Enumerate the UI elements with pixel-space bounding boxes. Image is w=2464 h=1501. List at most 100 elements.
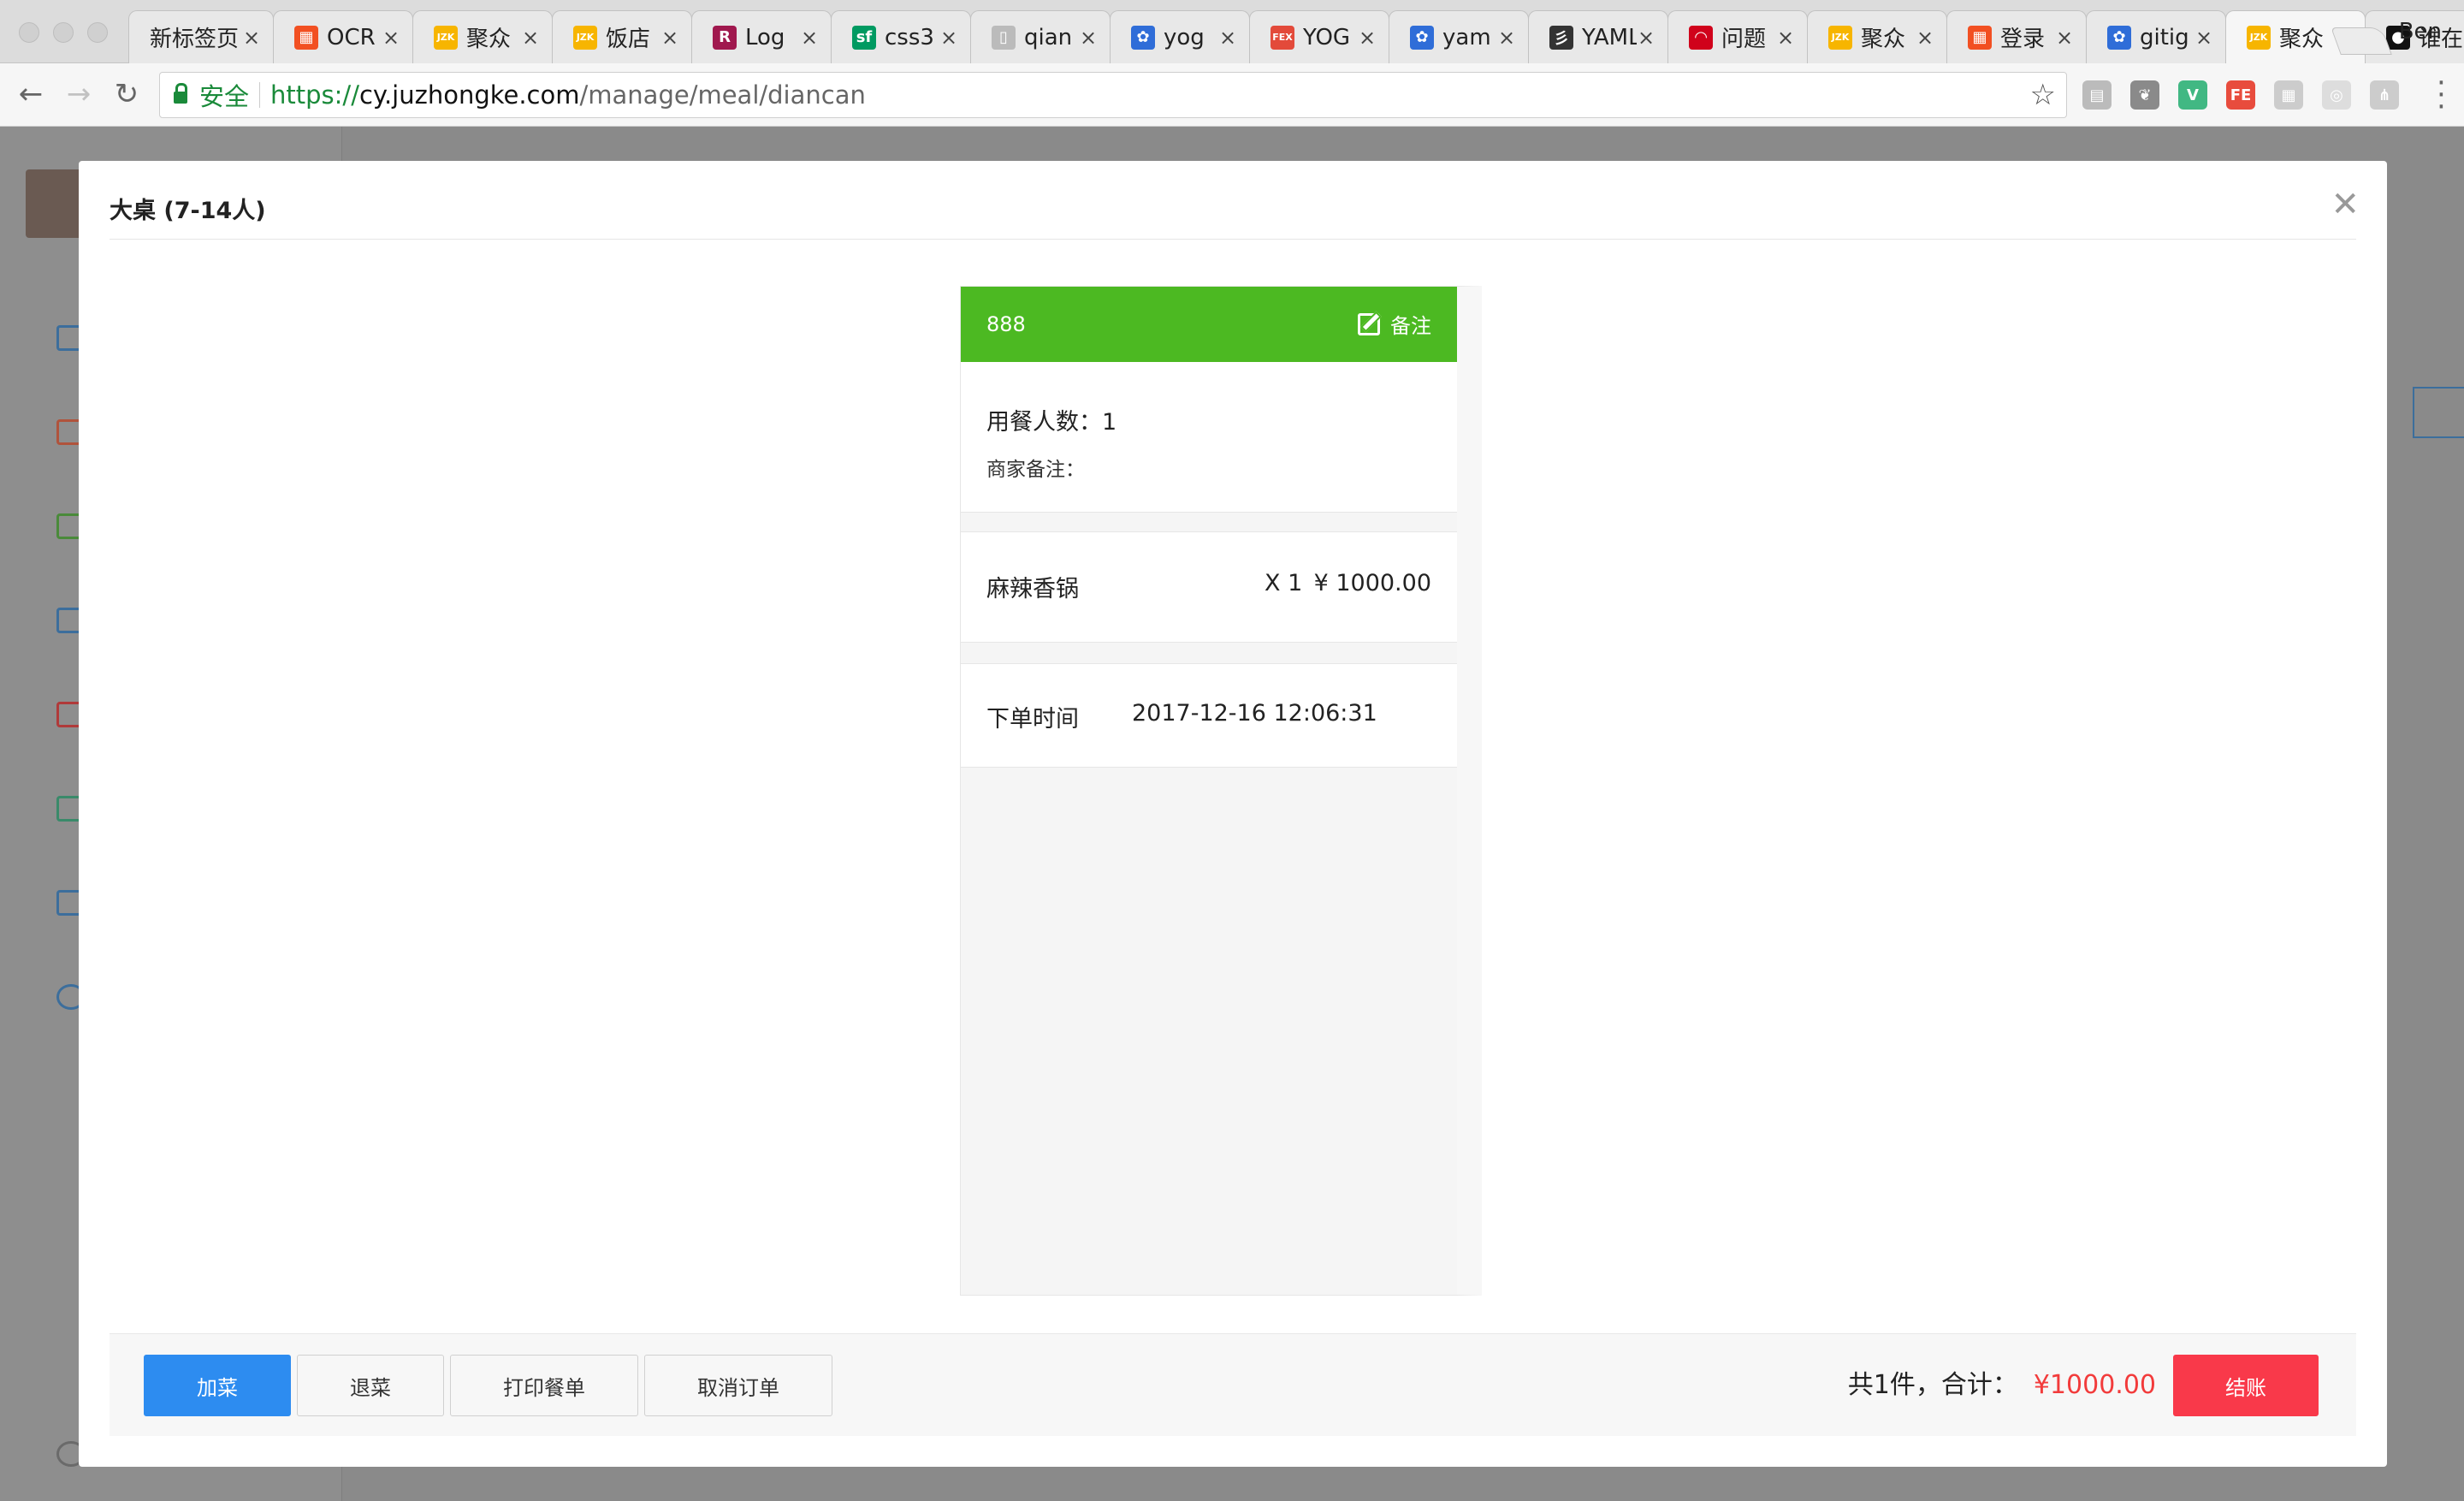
app-input-edge (2413, 387, 2464, 438)
tab-favicon-icon: ✿ (2107, 25, 2131, 50)
item-price: ¥ 1000.00 (1313, 570, 1431, 596)
tab-title: Log (745, 24, 785, 50)
browser-tab[interactable]: JZK 聚众 × (1807, 10, 1947, 63)
url-scheme: https:// (270, 80, 359, 110)
tab-close-icon[interactable]: × (1358, 26, 1377, 50)
tab-title: 登录 (2000, 27, 2046, 52)
tab-close-icon[interactable]: × (1637, 26, 1656, 50)
tab-close-icon[interactable]: × (1497, 26, 1516, 50)
tab-close-icon[interactable]: × (1916, 26, 1934, 50)
browser-tab[interactable]: ▦ OCR × (273, 10, 413, 63)
profile-name[interactable]: Ben (2399, 19, 2442, 44)
tab-close-icon[interactable]: × (242, 26, 261, 50)
remark-button[interactable]: 备注 (1358, 309, 1431, 339)
merchant-note: 商家备注： (986, 459, 1085, 481)
order-modal: 大桌 (7-14人) ✕ 888 备注 用餐人数：1 商家备注： 麻辣香锅 X … (79, 161, 2387, 1467)
tab-close-icon[interactable]: × (521, 26, 540, 50)
evernote-icon[interactable]: ❦ (2130, 80, 2159, 110)
chrome-ext-icon[interactable]: ◎ (2322, 80, 2351, 110)
order-ticket: 888 备注 用餐人数：1 商家备注： 麻辣香锅 X 1 ¥ 1000.00 下… (960, 286, 1482, 1296)
tab-title: gitig (2140, 24, 2189, 50)
print-menu-button[interactable]: 打印餐单 (450, 1355, 638, 1416)
cancel-order-button[interactable]: 取消订单 (644, 1355, 832, 1416)
tab-favicon-icon: ✿ (1410, 25, 1434, 50)
item-name: 麻辣香锅 (986, 576, 1079, 602)
browser-tab[interactable]: JZK 饭店 × (552, 10, 692, 63)
browser-tab[interactable]: sf css3 × (831, 10, 971, 63)
total-amount: ¥1000.00 (2033, 1370, 2156, 1400)
diner-info: 用餐人数：1 商家备注： (961, 362, 1457, 513)
modal-title: 大桌 (7-14人) (110, 198, 266, 224)
modal-header: 大桌 (7-14人) ✕ (110, 185, 2360, 240)
reload-icon[interactable]: ↻ (110, 77, 144, 111)
window-minimize-button[interactable] (53, 22, 74, 43)
tab-favicon-icon: FEX (1270, 25, 1294, 50)
tree-icon[interactable]: ⋔ (2370, 80, 2399, 110)
tab-title: 问题 (1721, 27, 1767, 52)
tab-favicon-icon: ◠ (1689, 25, 1713, 50)
browser-tab[interactable]: ◠ 问题 × (1667, 10, 1808, 63)
edit-icon (1358, 312, 1380, 335)
diner-count: 用餐人数：1 (986, 409, 1117, 436)
tab-favicon-icon: R (713, 25, 737, 50)
reader-icon[interactable]: ▤ (2082, 80, 2112, 110)
browser-tab[interactable]: ▦ 登录 × (1946, 10, 2087, 63)
modal-footer: 加菜 退菜 打印餐单 取消订单 共1件，合计： ¥1000.00 结账 (110, 1333, 2356, 1436)
tab-title: 聚众 (466, 27, 512, 52)
browser-tab[interactable]: ✿ yog × (1110, 10, 1250, 63)
tab-close-icon[interactable]: × (660, 26, 679, 50)
browser-tab[interactable]: 新标签页 × (128, 10, 274, 63)
browser-tab-bar: 新标签页 × ▦ OCR × JZK 聚众 × JZK 饭店 × R Log × sf css3 × ▯ qian ×… (0, 0, 2464, 63)
forward-arrow-icon[interactable]: → (62, 77, 96, 111)
total-label: 共1件，合计： (1847, 1370, 2018, 1400)
order-time-value: 2017-12-16 12:06:31 (1132, 700, 1377, 727)
return-dish-button[interactable]: 退菜 (297, 1355, 444, 1416)
table-number: 888 (986, 312, 1026, 336)
window-close-button[interactable] (19, 22, 39, 43)
bookmark-star-icon[interactable]: ☆ (2030, 78, 2056, 112)
tab-title: yog (1164, 24, 1205, 50)
tab-title: qian (1024, 24, 1073, 50)
add-dish-button[interactable]: 加菜 (144, 1355, 291, 1416)
tab-favicon-icon: JZK (1828, 25, 1852, 50)
back-arrow-icon[interactable]: ← (14, 77, 48, 111)
qr-icon[interactable]: ▦ (2274, 80, 2303, 110)
tab-title: OCR (327, 24, 376, 50)
browser-tab[interactable]: FEX YOG × (1249, 10, 1389, 63)
tab-close-icon[interactable]: × (1776, 26, 1795, 50)
close-icon[interactable]: ✕ (2331, 185, 2360, 224)
tab-close-icon[interactable]: × (1218, 26, 1237, 50)
tab-title: 聚众 (1861, 27, 1906, 52)
list-item: 麻辣香锅 X 1 ¥ 1000.00 (961, 531, 1457, 643)
url-host: cy.juzhongke.com (358, 80, 580, 110)
browser-tab[interactable]: ✿ yam × (1389, 10, 1529, 63)
tab-close-icon[interactable]: × (382, 26, 400, 50)
tab-favicon-icon: ✿ (1131, 25, 1155, 50)
browser-menu-icon[interactable]: · · · (2437, 68, 2446, 122)
browser-tab[interactable]: 彡 YAML × (1528, 10, 1668, 63)
browser-tabs: 新标签页 × ▦ OCR × JZK 聚众 × JZK 饭店 × R Log × sf css3 × ▯ qian ×… (128, 10, 2464, 63)
browser-toolbar: ← → ↻ 安全 https:// cy.juzhongke.com /mana… (0, 63, 2464, 127)
lock-icon (174, 83, 187, 104)
address-bar[interactable]: 安全 https:// cy.juzhongke.com /manage/mea… (159, 72, 2067, 118)
tab-close-icon[interactable]: × (1079, 26, 1098, 50)
browser-tab[interactable]: R Log × (691, 10, 832, 63)
order-time: 下单时间 2017-12-16 12:06:31 (961, 663, 1457, 768)
vue-devtools-icon[interactable]: V (2178, 80, 2207, 110)
remark-label: 备注 (1390, 314, 1431, 338)
tab-close-icon[interactable]: × (2055, 26, 2074, 50)
secure-label: 安全 (199, 82, 250, 111)
checkout-button[interactable]: 结账 (2173, 1355, 2319, 1416)
tab-favicon-icon: ▯ (992, 25, 1016, 50)
tab-title: YAML (1582, 24, 1637, 50)
tab-close-icon[interactable]: × (800, 26, 819, 50)
window-zoom-button[interactable] (87, 22, 108, 43)
tab-close-icon[interactable]: × (2194, 26, 2213, 50)
browser-tab[interactable]: ✿ gitig × (2086, 10, 2226, 63)
tab-favicon-icon: 彡 (1549, 25, 1573, 50)
fe-helper-icon[interactable]: FE (2226, 80, 2255, 110)
browser-tab[interactable]: JZK 聚众 × (412, 10, 553, 63)
tab-favicon-icon: ▦ (1968, 25, 1992, 50)
tab-close-icon[interactable]: × (939, 26, 958, 50)
browser-tab[interactable]: ▯ qian × (970, 10, 1111, 63)
